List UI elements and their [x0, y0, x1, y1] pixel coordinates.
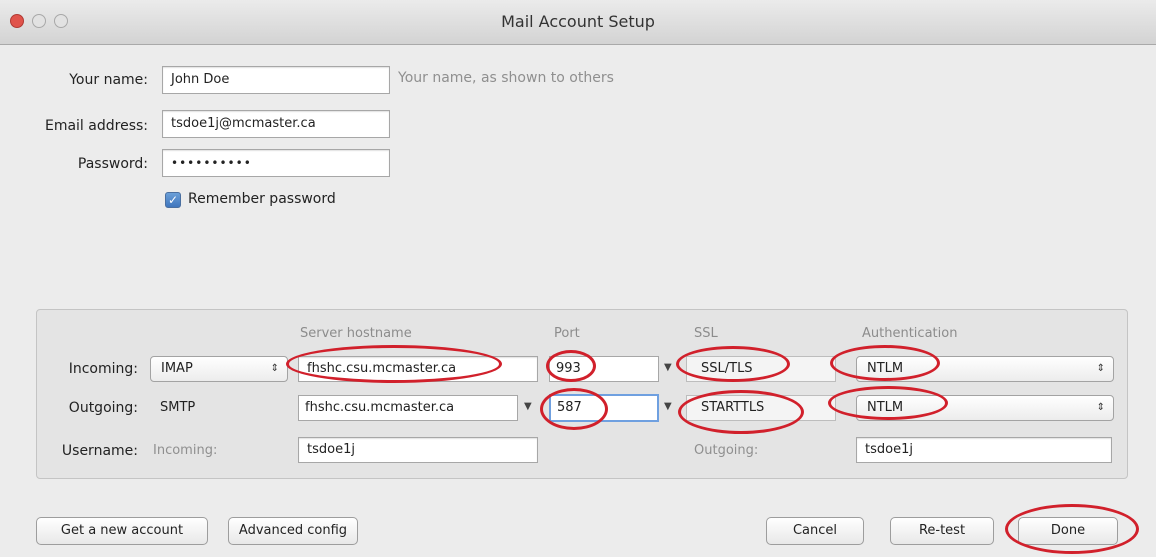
authentication-header: Authentication: [862, 326, 958, 341]
ssl-header: SSL: [694, 326, 718, 341]
up-down-arrows-icon: ⇕: [1096, 402, 1105, 413]
password-label: Password:: [77, 156, 148, 172]
checkmark-icon: ✓: [167, 193, 179, 207]
username-outgoing-label: Outgoing:: [694, 443, 759, 458]
incoming-auth-select[interactable]: NTLM ⇕: [856, 356, 1114, 382]
email-address-label: Email address:: [44, 118, 148, 134]
done-button[interactable]: Done: [1018, 517, 1118, 545]
incoming-ssl-select[interactable]: SSL/TLS: [686, 356, 836, 382]
incoming-hostname-input[interactable]: fhshc.csu.mcmaster.ca: [298, 356, 538, 382]
password-input[interactable]: ••••••••••: [162, 149, 390, 177]
up-down-arrows-icon: ⇕: [270, 363, 279, 374]
incoming-username-input[interactable]: tsdoe1j: [298, 437, 538, 463]
outgoing-username-input[interactable]: tsdoe1j: [856, 437, 1112, 463]
server-hostname-header: Server hostname: [300, 326, 412, 341]
cancel-button[interactable]: Cancel: [766, 517, 864, 545]
incoming-ssl-value: SSL/TLS: [701, 361, 753, 376]
window-title: Mail Account Setup: [501, 12, 655, 31]
incoming-auth-value: NTLM: [867, 361, 904, 376]
retest-button[interactable]: Re-test: [890, 517, 994, 545]
outgoing-hostname-combo[interactable]: fhshc.csu.mcmaster.ca: [298, 395, 518, 421]
outgoing-port-combo[interactable]: 587: [549, 394, 659, 422]
outgoing-auth-value: NTLM: [867, 400, 904, 415]
get-new-account-button[interactable]: Get a new account: [36, 517, 208, 545]
title-bar: Mail Account Setup: [0, 0, 1156, 45]
remember-password-checkbox[interactable]: ✓: [165, 192, 181, 208]
outgoing-hostname-value: fhshc.csu.mcmaster.ca: [305, 400, 455, 415]
outgoing-protocol: SMTP: [160, 400, 196, 415]
your-name-label: Your name:: [69, 72, 148, 88]
incoming-protocol-value: IMAP: [161, 361, 193, 376]
outgoing-ssl-select[interactable]: STARTTLS: [686, 395, 836, 421]
outgoing-auth-select[interactable]: NTLM ⇕: [856, 395, 1114, 421]
outgoing-label: Outgoing:: [68, 400, 138, 416]
incoming-label: Incoming:: [68, 361, 138, 377]
username-label: Username:: [61, 443, 138, 459]
triangle-down-icon[interactable]: ▼: [664, 401, 672, 412]
your-name-input[interactable]: John Doe: [162, 66, 390, 94]
outgoing-ssl-value: STARTTLS: [701, 400, 765, 415]
port-header: Port: [554, 326, 580, 341]
triangle-down-icon[interactable]: ▼: [664, 362, 672, 373]
remember-password-label: Remember password: [188, 191, 336, 207]
email-address-input[interactable]: tsdoe1j@mcmaster.ca: [162, 110, 390, 138]
incoming-port-value: 993: [556, 361, 581, 376]
up-down-arrows-icon: ⇕: [1096, 363, 1105, 374]
outgoing-port-value: 587: [557, 400, 582, 415]
advanced-config-button[interactable]: Advanced config: [228, 517, 358, 545]
your-name-hint: Your name, as shown to others: [398, 70, 614, 86]
incoming-port-combo[interactable]: 993: [549, 356, 659, 382]
username-incoming-label: Incoming:: [153, 443, 218, 458]
incoming-protocol-select[interactable]: IMAP ⇕: [150, 356, 288, 382]
triangle-down-icon[interactable]: ▼: [524, 401, 532, 412]
